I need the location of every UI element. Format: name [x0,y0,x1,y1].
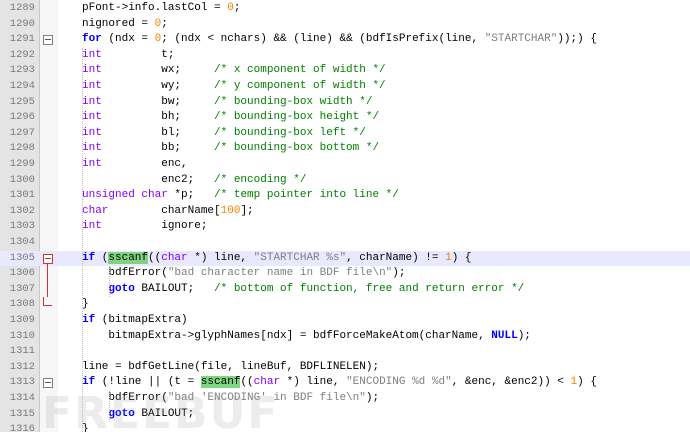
code-text: bdfError("bad character name in BDF file… [82,267,406,280]
line-number: 1296 [9,111,35,124]
code-text: bitmapExtra->glyphNames[ndx] = bdfForceM… [82,329,531,342]
line-number: 1316 [9,423,35,432]
indent-guide [109,391,111,423]
line-number: 1290 [9,17,35,30]
line-number: 1291 [9,33,35,46]
code-text: int t; [82,48,175,61]
code-text: if (sscanf((char *) line, "STARTCHAR %s"… [82,251,472,264]
code-line[interactable]: 1306 bdfError("bad character name in BDF… [0,266,690,282]
code-line[interactable]: 1302 char charName[100]; [0,204,690,220]
code-text: int enc, [82,158,188,170]
code-editor[interactable]: 1289 pFont->info.lastCol = 0; 1290 nignored… [0,0,690,432]
line-number: 1315 [9,407,35,420]
code-text: int bl; /* bounding-box left */ [82,126,366,139]
line-number: 1311 [9,345,35,358]
code-text: int wy; /* y component of width */ [82,80,386,92]
line-number: 1313 [9,376,35,389]
code-line[interactable]: 1315 goto BAILOUT; [0,407,690,423]
code-text: pFont->info.lastCol = 0; [82,2,241,14]
code-line[interactable]: 1296 int bh; /* bounding-box height */ [0,110,690,126]
code-line[interactable]: 1289 pFont->info.lastCol = 0; [0,1,690,17]
code-text: goto BAILOUT; /* bottom of function, fre… [108,282,525,295]
code-line[interactable]: 1314 bdfError("bad 'ENCODING' in BDF fil… [0,391,690,407]
code-text: line = bdfGetLine(file, lineBuf, BDFLINE… [82,360,380,373]
code-line[interactable]: 1303 int ignore; [0,219,690,235]
fold-toggle-icon[interactable] [43,35,53,46]
line-number: 1303 [9,220,35,233]
code-line[interactable]: 1300 enc2; /* encoding */ [0,173,690,189]
code-line[interactable]: 1309 if (bitmapExtra) [0,313,690,329]
code-line[interactable]: 1295 int bw; /* bounding-box width */ [0,95,690,111]
code-text: unsigned char *p; /* temp pointer into l… [82,189,399,202]
code-text: if (!line || (t = sscanf((char *) line, … [82,376,597,389]
line-number: 1301 [9,189,35,202]
fold-range-line [47,262,48,298]
code-line[interactable]: 1307 goto BAILOUT; /* bottom of function… [0,282,690,298]
code-line[interactable]: 1301 unsigned char *p; /* temp pointer in… [0,188,690,204]
line-number: 1298 [9,142,35,155]
fold-end-icon [43,297,52,307]
line-number: 1308 [9,298,35,311]
line-number: 1302 [9,204,35,217]
code-text: goto BAILOUT; [108,407,195,420]
code-text: int bw; /* bounding-box width */ [82,95,373,108]
line-number: 1299 [9,158,35,170]
code-line[interactable]: 1313 if (!line || (t = sscanf((char *) li… [0,375,690,391]
code-line[interactable]: 1297 int bl; /* bounding-box left */ [0,126,690,142]
code-text: bdfError("bad 'ENCODING' in BDF file\n")… [82,392,380,404]
line-number: 1305 [9,251,35,264]
code-text: int wx; /* x component of width */ [82,64,386,77]
code-line[interactable]: 1304 [0,235,690,251]
line-number: 1307 [9,282,35,295]
indent-guide [109,266,111,298]
code-line[interactable]: 1293 int wx; /* x component of width */ [0,63,690,79]
line-number: 1300 [9,173,35,186]
code-text: char charName[100]; [82,204,254,217]
line-number: 1289 [9,2,35,14]
code-line[interactable]: 1292 int t; [0,48,690,64]
line-number: 1292 [9,48,35,61]
code-text: int bb; /* bounding-box bottom */ [82,142,380,155]
code-line[interactable]: 1310 bitmapExtra->glyphNames[ndx] = bdfF… [0,329,690,345]
line-number: 1309 [9,314,35,326]
indent-guide [82,47,84,432]
code-line[interactable]: 1290 nignored = 0; [0,17,690,33]
line-number: 1295 [9,95,35,108]
code-text: for (ndx = 0; (ndx < nchars) && (line) &… [82,33,597,46]
code-line[interactable]: 1299 int enc, [0,157,690,173]
code-line[interactable]: 1308} [0,297,690,313]
fold-toggle-icon[interactable] [43,253,53,264]
line-number: 1306 [9,267,35,280]
code-text: nignored = 0; [82,17,168,30]
code-text: enc2; /* encoding */ [82,173,307,186]
code-text: if (bitmapExtra) [82,314,188,326]
line-number: 1297 [9,126,35,139]
code-line[interactable]: 1298 int bb; /* bounding-box bottom */ [0,141,690,157]
code-line[interactable]: 1311 [0,344,690,360]
code-text: int bh; /* bounding-box height */ [82,111,380,124]
fold-toggle-icon[interactable] [43,378,53,389]
code-line[interactable]: 1291 for (ndx = 0; (ndx < nchars) && (lin… [0,32,690,48]
code-line[interactable]: 1294 int wy; /* y component of width */ [0,79,690,95]
line-number: 1314 [9,392,35,404]
line-number: 1310 [9,329,35,342]
line-number: 1312 [9,360,35,373]
code-line[interactable]: 1312 line = bdfGetLine(file, lineBuf, BDF… [0,360,690,376]
line-number: 1304 [9,236,35,248]
code-text: int ignore; [82,220,208,233]
line-number: 1294 [9,80,35,92]
code-line[interactable]: 1305 if (sscanf((char *) line, "STARTCHAR… [0,250,690,267]
line-number: 1293 [9,64,35,77]
code-line[interactable]: 1316} [0,422,690,432]
